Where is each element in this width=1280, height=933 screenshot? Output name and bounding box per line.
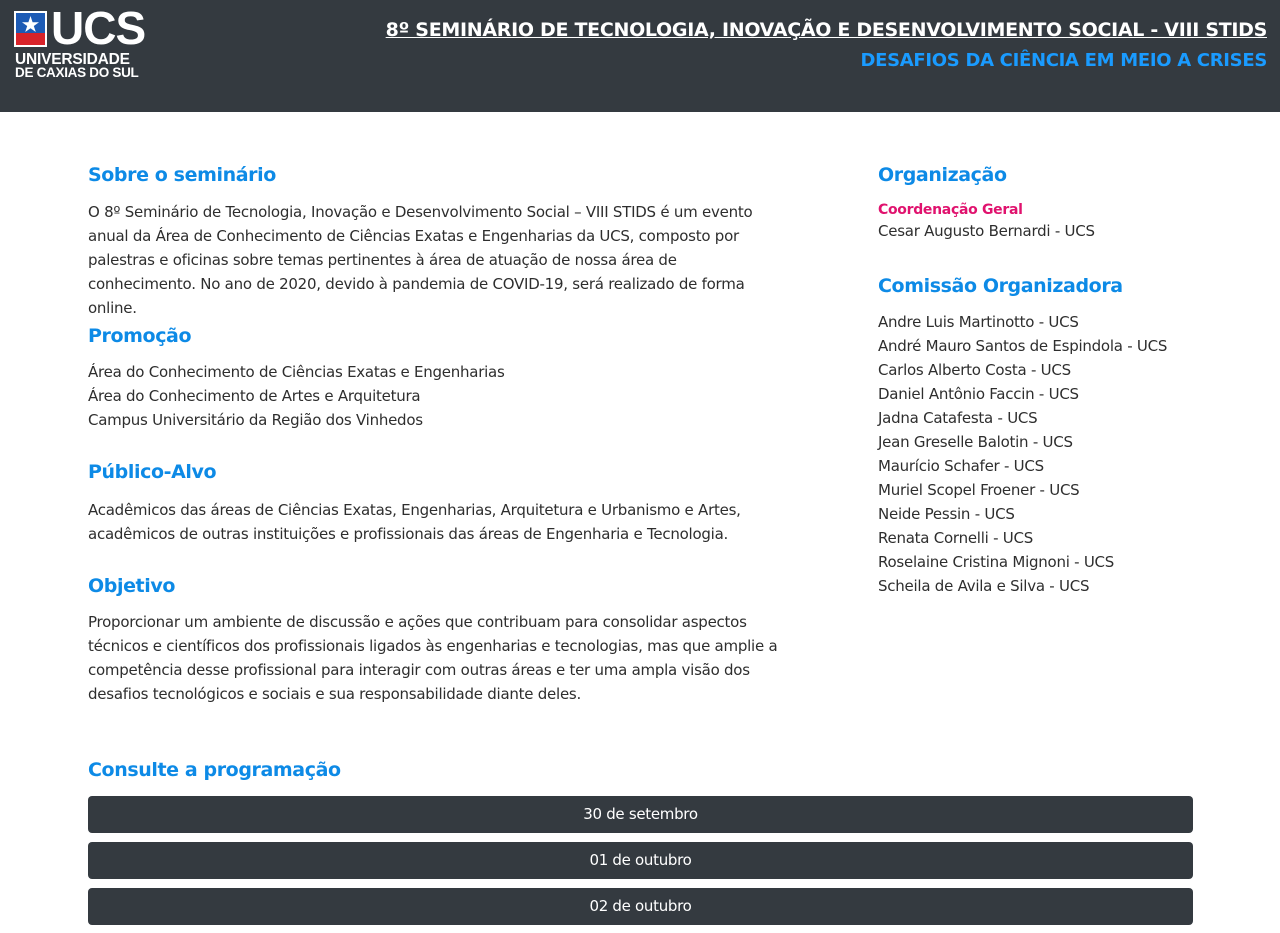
objetivo-section: Objetivo Proporcionar um ambiente de dis… xyxy=(88,575,788,706)
event-title-link[interactable]: 8º SEMINÁRIO DE TECNOLOGIA, INOVAÇÃO E D… xyxy=(386,19,1268,41)
promocao-section: Promoção Área do Conhecimento de Ciência… xyxy=(88,325,788,432)
sobre-heading: Sobre o seminário xyxy=(88,164,276,186)
comissao-list: Andre Luis Martinotto - UCS André Mauro … xyxy=(878,310,1238,598)
programacao-section: Consulte a programação xyxy=(88,759,588,781)
comissao-member: Scheila de Avila e Silva - UCS xyxy=(878,577,1090,595)
comissao-member: Muriel Scopel Froener - UCS xyxy=(878,481,1080,499)
promocao-item: Área do Conhecimento de Ciências Exatas … xyxy=(88,363,505,381)
sobre-section: Sobre o seminário O 8º Seminário de Tecn… xyxy=(88,164,788,320)
comissao-member: André Mauro Santos de Espindola - UCS xyxy=(878,337,1168,355)
site-header: UCS UNIVERSIDADE DE CAXIAS DO SUL 8º SEM… xyxy=(0,0,1280,112)
day-button-02-outubro[interactable]: 02 de outubro xyxy=(88,888,1193,925)
coordenador-name: Cesar Augusto Bernardi - UCS xyxy=(878,222,1095,240)
organizacao-heading: Organização xyxy=(878,164,1007,186)
promocao-item: Campus Universitário da Região dos Vinhe… xyxy=(88,411,423,429)
comissao-member: Neide Pessin - UCS xyxy=(878,505,1015,523)
comissao-member: Andre Luis Martinotto - UCS xyxy=(878,313,1079,331)
promocao-list: Área do Conhecimento de Ciências Exatas … xyxy=(88,360,788,432)
comissao-member: Jadna Catafesta - UCS xyxy=(878,409,1038,427)
coordenacao-label: Coordenação Geral xyxy=(878,202,1023,218)
comissao-section: Comissão Organizadora Andre Luis Martino… xyxy=(878,275,1238,598)
comissao-member: Roselaine Cristina Mignoni - UCS xyxy=(878,553,1115,571)
ucs-flag-icon xyxy=(14,11,47,47)
sobre-text: O 8º Seminário de Tecnologia, Inovação e… xyxy=(88,203,753,317)
objetivo-text: Proporcionar um ambiente de discussão e … xyxy=(88,613,778,703)
publico-heading: Público-Alvo xyxy=(88,461,217,483)
comissao-member: Carlos Alberto Costa - UCS xyxy=(878,361,1071,379)
comissao-member: Daniel Antônio Faccin - UCS xyxy=(878,385,1079,403)
objetivo-heading: Objetivo xyxy=(88,575,175,597)
day-button-01-outubro[interactable]: 01 de outubro xyxy=(88,842,1193,879)
day-button-30-setembro[interactable]: 30 de setembro xyxy=(88,796,1193,833)
programacao-heading: Consulte a programação xyxy=(88,759,341,781)
comissao-member: Renata Cornelli - UCS xyxy=(878,529,1033,547)
organizacao-section: Organização Coordenação Geral Cesar Augu… xyxy=(878,164,1238,243)
comissao-member: Maurício Schafer - UCS xyxy=(878,457,1044,475)
promocao-heading: Promoção xyxy=(88,325,192,347)
ucs-logo-line2: DE CAXIAS DO SUL xyxy=(15,65,139,80)
comissao-member: Jean Greselle Balotin - UCS xyxy=(878,433,1073,451)
publico-section: Público-Alvo Acadêmicos das áreas de Ciê… xyxy=(88,461,788,546)
event-subtitle: DESAFIOS DA CIÊNCIA EM MEIO A CRISES xyxy=(860,50,1267,71)
comissao-heading: Comissão Organizadora xyxy=(878,275,1123,297)
publico-text: Acadêmicos das áreas de Ciências Exatas,… xyxy=(88,501,741,543)
ucs-wordmark: UCS xyxy=(51,2,146,54)
promocao-item: Área do Conhecimento de Artes e Arquitet… xyxy=(88,387,421,405)
